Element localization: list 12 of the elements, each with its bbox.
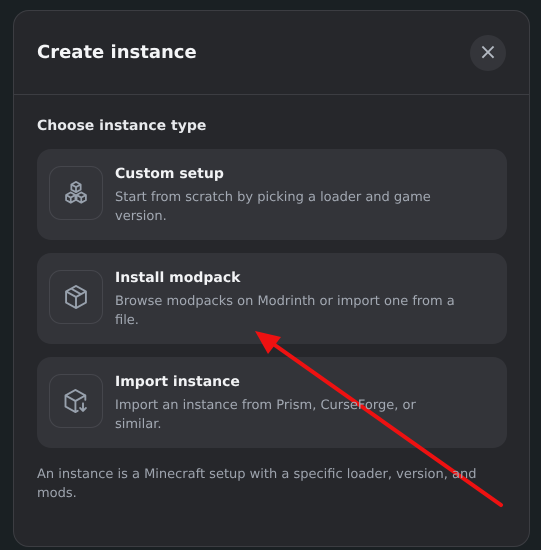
box-download-icon [62, 387, 90, 415]
close-button[interactable]: × [470, 34, 506, 70]
option-title: Custom setup [115, 166, 225, 182]
option-description: Start from scratch by picking a loader and game version. [115, 189, 432, 226]
dialog-title: Create instance [37, 42, 197, 63]
option-title: Install modpack [115, 270, 242, 286]
option-description: Browse modpacks on Modrinth or import one from a file. [115, 293, 456, 330]
option-title: Import instance [115, 374, 241, 390]
section-title: Choose instance type [37, 118, 208, 134]
option-card[interactable]: Custom setup Start from scratch by picking a loader and game version. [37, 149, 507, 240]
option-card[interactable]: Install modpack Browse modpacks on Modrinth or import one from a file. [37, 253, 507, 344]
box-icon [62, 283, 90, 311]
